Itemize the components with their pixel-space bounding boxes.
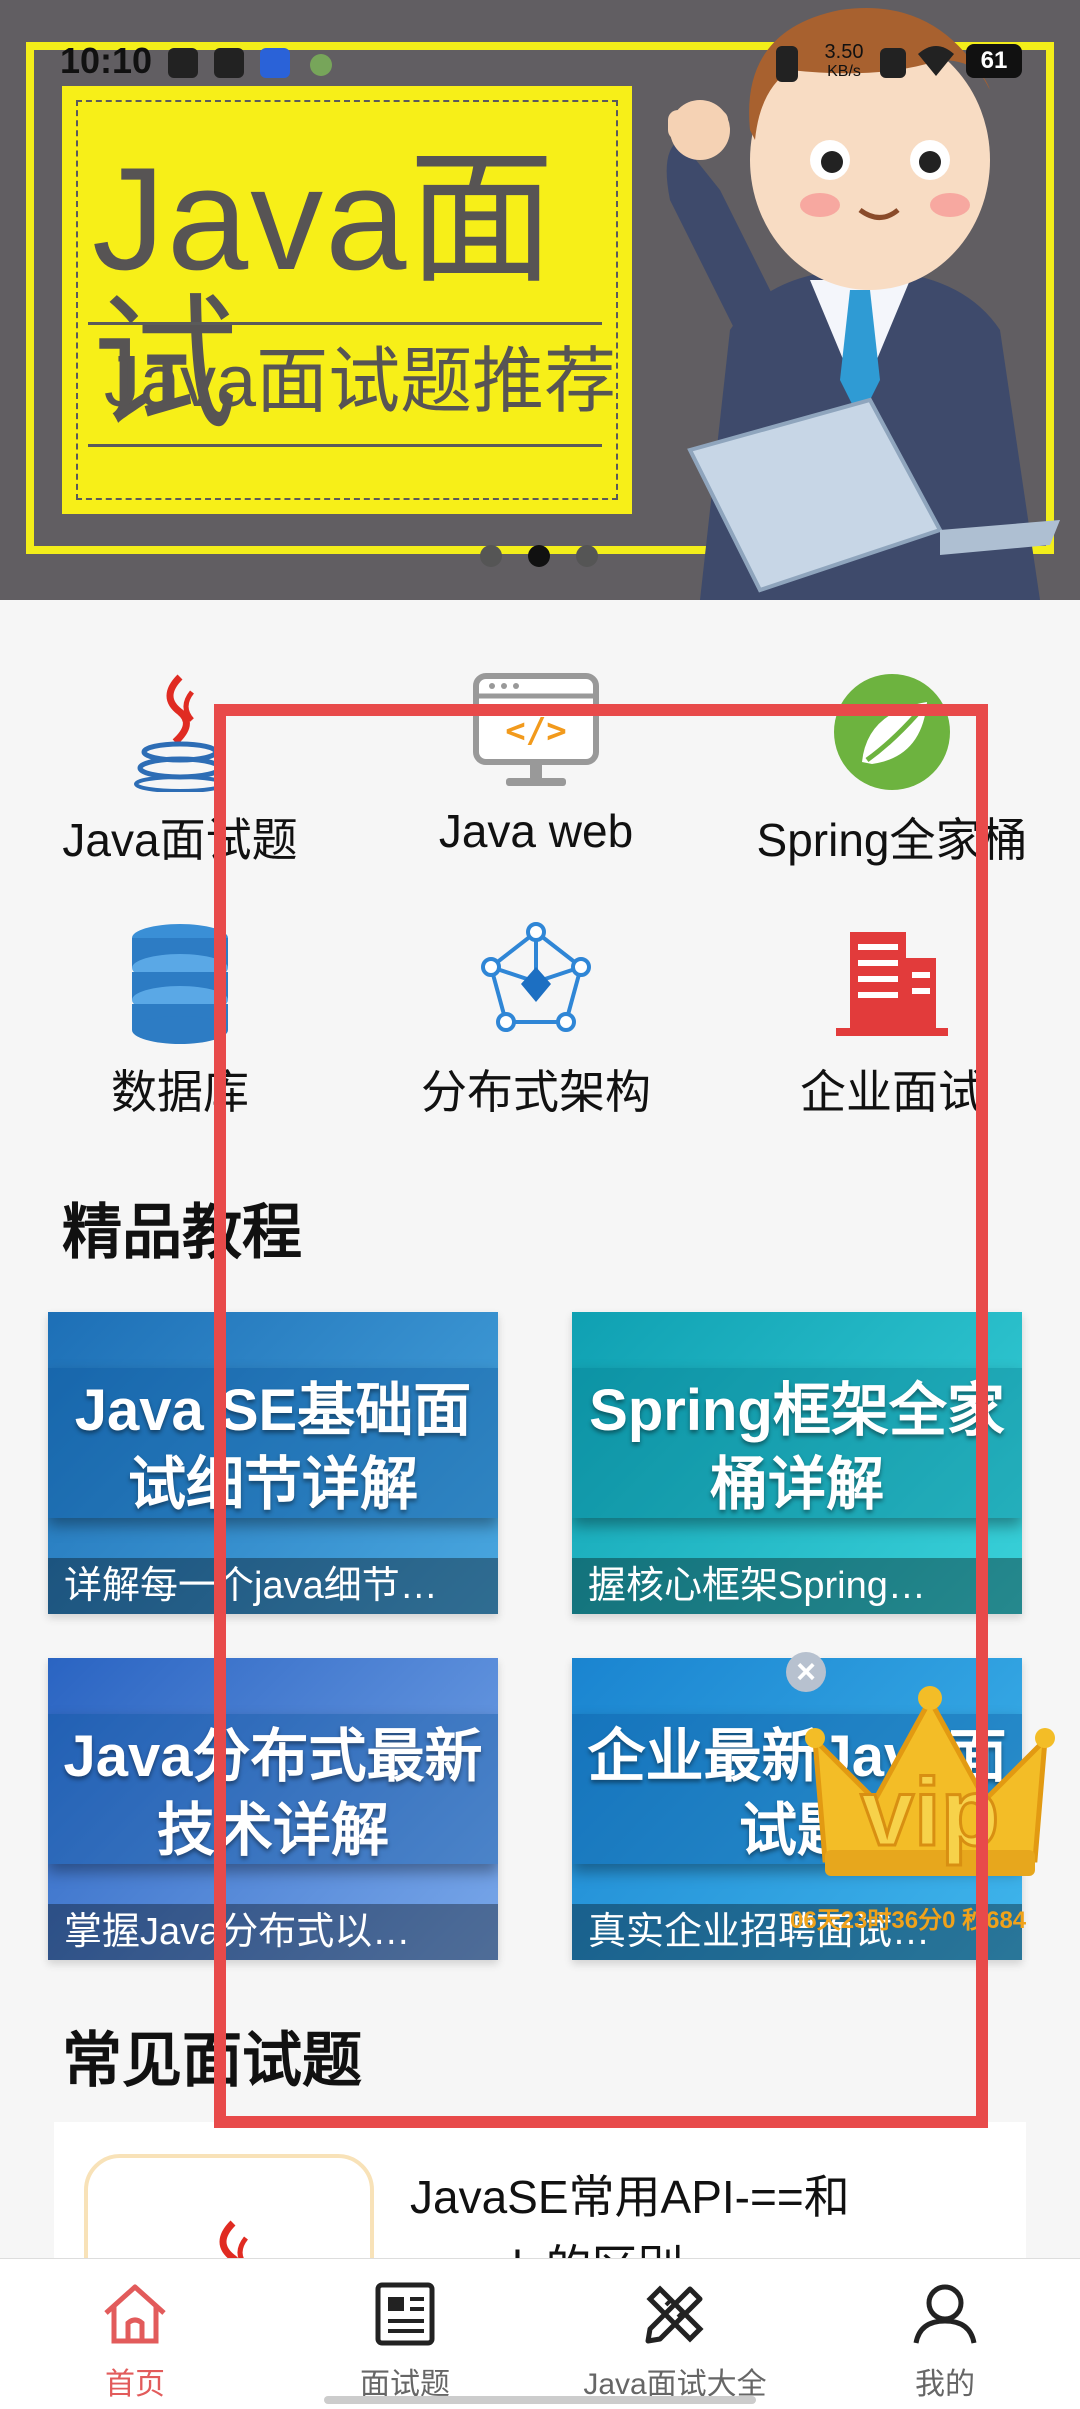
download-icon: [310, 54, 332, 76]
banner-card: Java面试 Java面试题推荐: [62, 86, 632, 514]
vibrate-icon: [776, 46, 798, 82]
nav-java-collection[interactable]: Java面试大全: [540, 2259, 810, 2409]
status-time: 10:10: [60, 40, 153, 81]
banner-carousel[interactable]: Java面试 Java面试题推荐: [0, 0, 1080, 600]
network-speed: 3.50 KB/s: [822, 42, 866, 82]
nav-profile[interactable]: 我的: [810, 2259, 1080, 2409]
nav-label: 首页: [105, 2368, 165, 2401]
message-icon: [168, 48, 198, 78]
nav-home[interactable]: 首页: [0, 2259, 270, 2409]
businessman-illustration: [666, 7, 1060, 600]
carousel-indicator: [480, 545, 610, 569]
tiktok-icon: [214, 48, 244, 78]
status-bar: 10:10 3.50 KB/s 61: [0, 40, 1080, 88]
carousel-dot[interactable]: [576, 545, 598, 567]
banner-divider: [88, 322, 602, 325]
no-sim-icon: [880, 48, 906, 78]
wifi-icon: [918, 46, 954, 76]
app-notification-icon: [260, 48, 290, 78]
battery-indicator: 61: [966, 44, 1022, 78]
carousel-dot-active[interactable]: [528, 545, 550, 567]
banner-subtitle: Java面试题推荐: [104, 342, 617, 422]
banner-divider: [88, 444, 602, 447]
newspaper-icon: [375, 2282, 435, 2346]
home-icon: [104, 2284, 166, 2344]
nav-interview-questions[interactable]: 面试题: [270, 2259, 540, 2409]
pencil-ruler-icon: [645, 2285, 704, 2344]
network-speed-value: 3.50: [824, 41, 864, 63]
carousel-dot[interactable]: [480, 545, 502, 567]
nav-label: 我的: [915, 2368, 975, 2401]
gesture-bar[interactable]: [324, 2396, 756, 2404]
network-speed-unit: KB/s: [827, 63, 861, 80]
bottom-navigation: 首页 面试题 Java面试大全 我的: [0, 2258, 1080, 2409]
highlight-box: [214, 704, 988, 2128]
user-icon: [913, 2284, 977, 2344]
